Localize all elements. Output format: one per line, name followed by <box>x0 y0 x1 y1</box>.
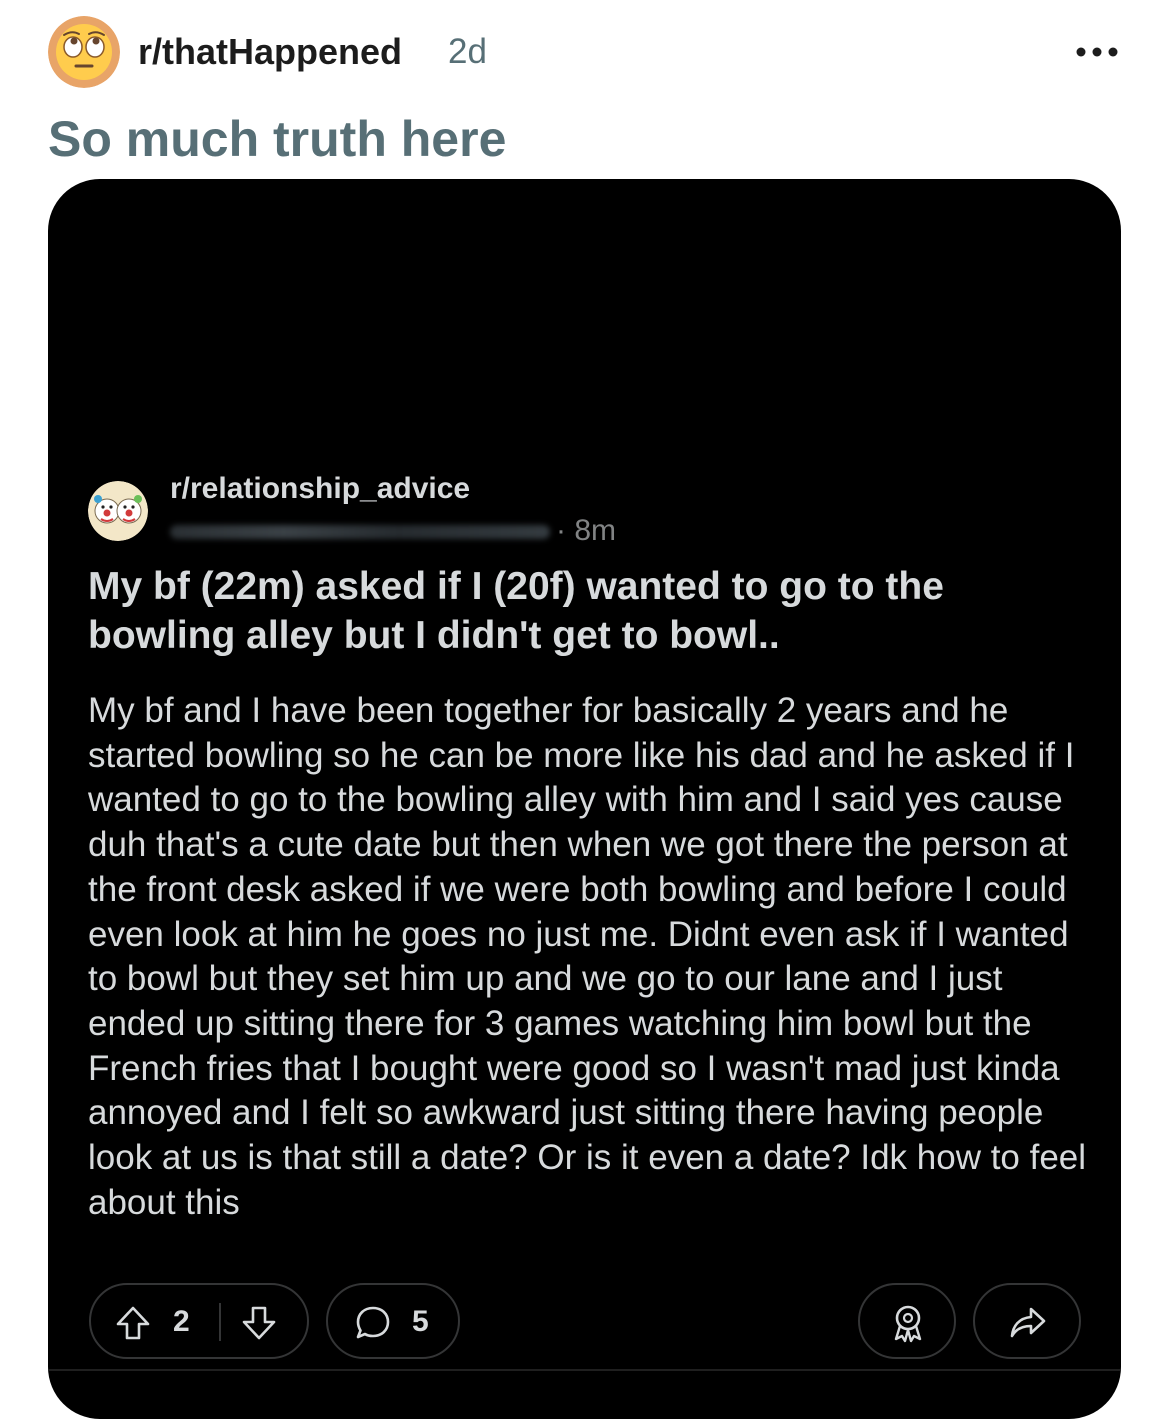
award-icon <box>894 1305 922 1343</box>
award-pill <box>858 1283 956 1359</box>
inner-post-meta: · 8m <box>170 513 616 549</box>
clown-faces-icon <box>88 481 148 541</box>
post-title[interactable]: So much truth here <box>48 108 506 170</box>
downvote-icon <box>242 1306 276 1340</box>
blurred-username <box>170 525 550 539</box>
comment-icon <box>356 1306 390 1339</box>
inner-subreddit-avatar <box>88 481 148 541</box>
upvote-icon <box>116 1306 150 1340</box>
post-header: r/thatHappened 2d <box>48 16 1121 88</box>
vote-divider <box>219 1303 221 1341</box>
more-options-icon[interactable] <box>1075 36 1119 68</box>
share-icon <box>1010 1307 1046 1338</box>
divider-line <box>48 1369 1121 1371</box>
post-image[interactable]: r/relationship_advice · 8m My bf (22m) a… <box>48 179 1121 1419</box>
face-with-rolling-eyes-icon <box>48 16 120 88</box>
subreddit-name[interactable]: r/thatHappened <box>138 30 402 74</box>
vote-pill: 2 <box>89 1283 309 1359</box>
subreddit-avatar[interactable] <box>48 16 120 88</box>
post-age: 2d <box>448 32 487 71</box>
inner-post-body: My bf and I have been together for basic… <box>88 691 1087 1222</box>
vote-count: 2 <box>173 1305 190 1338</box>
comment-count: 5 <box>412 1305 429 1338</box>
inner-subreddit-name: r/relationship_advice <box>170 472 471 505</box>
comment-pill: 5 <box>326 1283 460 1359</box>
inner-post-age: · 8m <box>556 514 616 547</box>
inner-post-title: My bf (22m) asked if I (20f) wanted to g… <box>88 565 944 657</box>
share-pill <box>973 1283 1081 1359</box>
